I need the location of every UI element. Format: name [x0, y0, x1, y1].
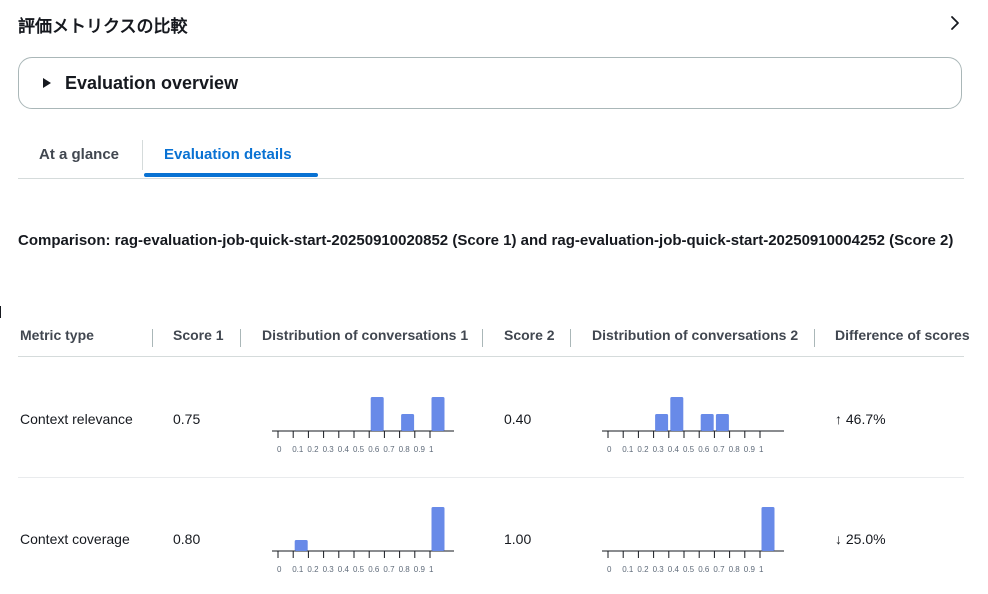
score-2-cell: 0.40 — [504, 411, 532, 427]
caret-right-icon — [43, 78, 51, 88]
column-header-difference[interactable]: Difference of scores — [835, 327, 970, 343]
x-tick-label: 0.6 — [368, 445, 380, 454]
x-tick-label: 0.5 — [353, 565, 365, 574]
x-tick-label: 0.1 — [622, 565, 634, 574]
comparison-heading: Comparison: rag-evaluation-job-quick-sta… — [18, 232, 954, 249]
x-tick-label: 0.9 — [744, 445, 756, 454]
histogram-bar — [370, 397, 384, 431]
row-divider — [18, 477, 964, 478]
x-tick-label: 0.7 — [383, 445, 395, 454]
histogram-bar — [294, 540, 308, 551]
histogram-bar — [431, 397, 445, 431]
x-tick-label: 0.7 — [713, 445, 725, 454]
chevron-right-icon[interactable] — [946, 14, 964, 32]
evaluation-overview-title: Evaluation overview — [65, 73, 239, 93]
difference-cell: ↓ 25.0% — [835, 531, 886, 547]
column-separator — [570, 329, 571, 347]
distribution-chart-1-context-relevance: 0 0.1 0.2 0.3 0.4 0.5 0.6 0.7 0.8 0.9 1 — [272, 397, 454, 454]
tab-separator — [142, 140, 143, 170]
metric-type-cell: Context coverage — [20, 531, 130, 547]
histogram-bar — [715, 414, 729, 431]
x-tick-label: 0.9 — [414, 445, 426, 454]
x-tick-label: 1 — [429, 445, 434, 454]
x-tick-label: 0.5 — [683, 565, 695, 574]
x-tick-label: 0.8 — [729, 445, 741, 454]
distribution-chart-2-context-relevance: 0 0.1 0.2 0.3 0.4 0.5 0.6 0.7 0.8 0.9 1 — [602, 397, 784, 454]
difference-cell: ↑ 46.7% — [835, 411, 886, 427]
x-tick-label: 1 — [759, 445, 764, 454]
column-separator — [240, 329, 241, 347]
tab-evaluation-details[interactable]: Evaluation details — [164, 146, 292, 183]
x-tick-label: 0 — [607, 445, 612, 454]
tab-at-a-glance[interactable]: At a glance — [39, 146, 119, 183]
x-tick-label: 0.7 — [713, 565, 725, 574]
x-tick-label: 0.6 — [698, 565, 710, 574]
histogram-bar — [700, 414, 714, 431]
section-header: 評価メトリクスの比較 — [18, 10, 970, 36]
x-tick-label: 0.8 — [399, 565, 411, 574]
x-tick-label: 0.6 — [368, 565, 380, 574]
x-tick-label: 0.7 — [383, 565, 395, 574]
header-divider — [18, 356, 964, 357]
x-tick-label: 0.5 — [353, 445, 365, 454]
x-tick-label: 0.4 — [668, 565, 680, 574]
evaluation-overview-expander[interactable]: Evaluation overview — [18, 57, 962, 109]
score-1-cell: 0.75 — [173, 411, 201, 427]
distribution-chart-1-context-coverage: 0 0.1 0.2 0.3 0.4 0.5 0.6 0.7 0.8 0.9 1 — [272, 507, 454, 574]
x-tick-label: 0.9 — [744, 565, 756, 574]
x-tick-label: 0.3 — [653, 445, 665, 454]
x-tick-label: 0.3 — [653, 565, 665, 574]
x-tick-label: 0.4 — [338, 565, 350, 574]
column-header-distribution-2[interactable]: Distribution of conversations 2 — [592, 327, 798, 343]
column-separator — [152, 329, 153, 347]
column-header-metric-type[interactable]: Metric type — [20, 327, 94, 343]
active-tab-indicator — [144, 173, 318, 177]
column-header-score-1[interactable]: Score 1 — [173, 327, 224, 343]
x-tick-label: 0.1 — [292, 565, 304, 574]
column-separator — [482, 329, 483, 347]
x-tick-label: 1 — [429, 565, 434, 574]
x-tick-label: 0.4 — [338, 445, 350, 454]
x-tick-label: 0.2 — [637, 565, 649, 574]
column-header-distribution-1[interactable]: Distribution of conversations 1 — [262, 327, 468, 343]
section-title: 評価メトリクスの比較 — [18, 17, 188, 36]
score-2-cell: 1.00 — [504, 531, 532, 547]
histogram-bar — [655, 414, 669, 431]
x-tick-label: 0 — [607, 565, 612, 574]
x-tick-label: 0 — [277, 445, 282, 454]
x-tick-label: 0.4 — [668, 445, 680, 454]
x-tick-label: 0 — [277, 565, 282, 574]
x-tick-label: 0.9 — [414, 565, 426, 574]
text-cursor — [0, 306, 1, 318]
column-header-score-2[interactable]: Score 2 — [504, 327, 555, 343]
x-tick-label: 0.1 — [622, 445, 634, 454]
x-tick-label: 0.5 — [683, 445, 695, 454]
x-tick-label: 0.3 — [323, 445, 335, 454]
tab-bar: At a glance Evaluation details — [18, 140, 964, 179]
x-tick-label: 1 — [759, 565, 764, 574]
x-tick-label: 0.3 — [323, 565, 335, 574]
x-tick-label: 0.6 — [698, 445, 710, 454]
column-separator — [814, 329, 815, 347]
x-tick-label: 0.1 — [292, 445, 304, 454]
histogram-bar — [761, 507, 775, 551]
histogram-bar — [670, 397, 684, 431]
x-tick-label: 0.8 — [399, 445, 411, 454]
x-tick-label: 0.8 — [729, 565, 741, 574]
x-tick-label: 0.2 — [637, 445, 649, 454]
histogram-bar — [431, 507, 445, 551]
histogram-bar — [401, 414, 415, 431]
x-tick-label: 0.2 — [307, 565, 319, 574]
x-tick-label: 0.2 — [307, 445, 319, 454]
score-1-cell: 0.80 — [173, 531, 201, 547]
distribution-chart-2-context-coverage: 0 0.1 0.2 0.3 0.4 0.5 0.6 0.7 0.8 0.9 1 — [602, 507, 784, 574]
metric-type-cell: Context relevance — [20, 411, 133, 427]
